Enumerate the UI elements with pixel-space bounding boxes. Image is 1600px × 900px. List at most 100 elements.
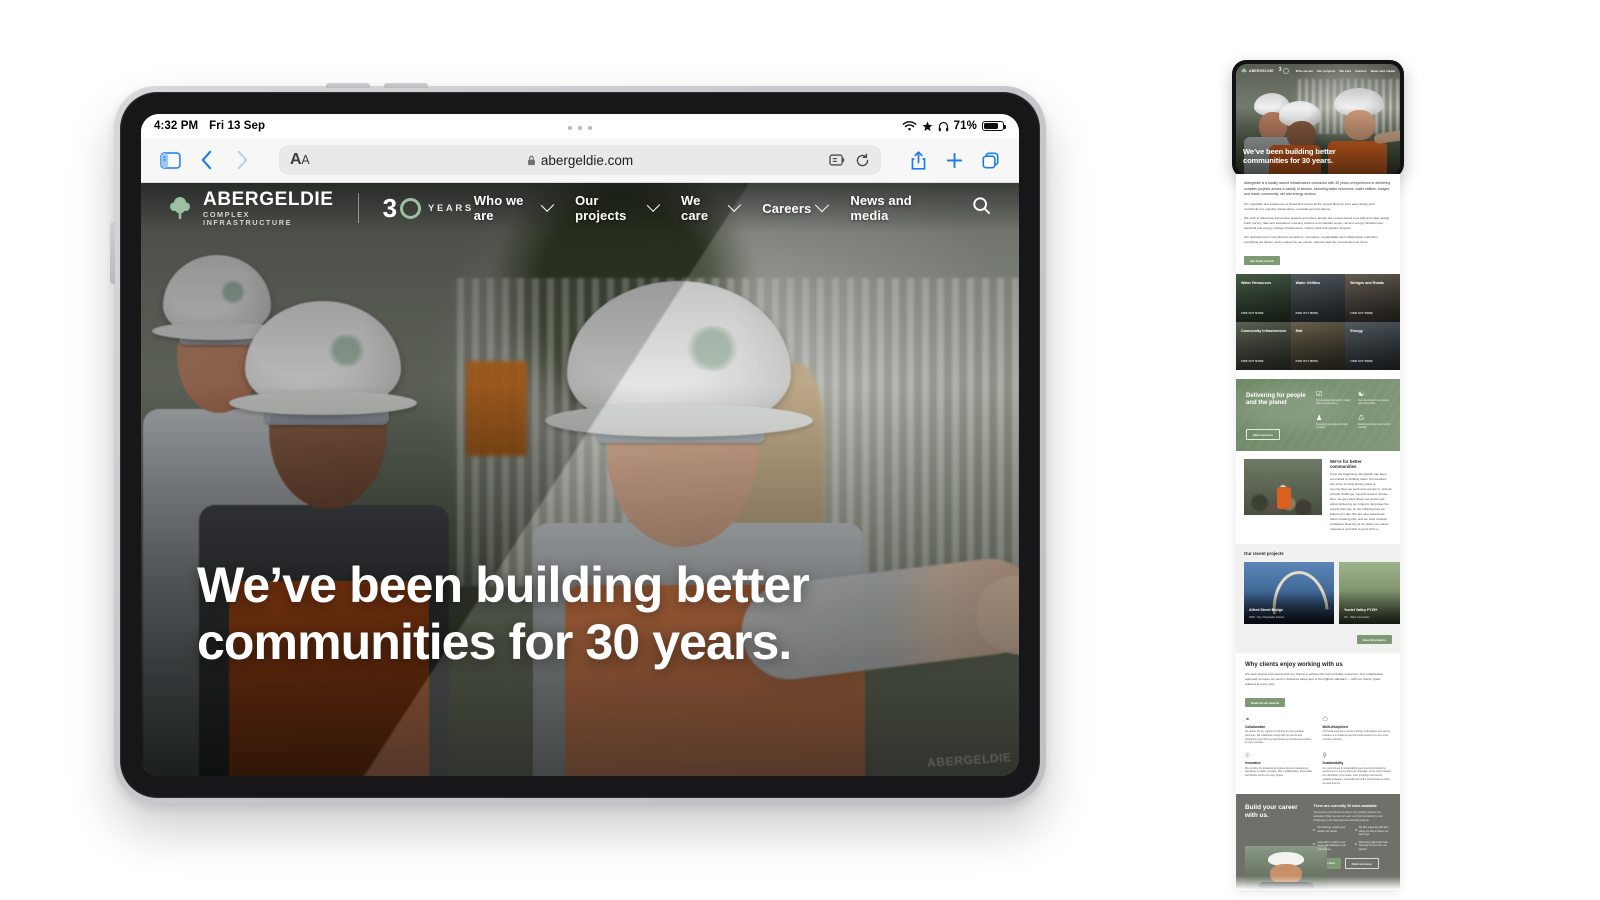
nav-item-our-projects[interactable]: Our projects <box>575 193 661 223</box>
preview-nav-item[interactable]: News and media <box>1371 69 1395 73</box>
headphones-icon <box>938 121 948 131</box>
nav-label: We care <box>681 193 709 223</box>
preview-nav-item[interactable]: Careers <box>1355 69 1367 73</box>
show-tabs-icon[interactable] <box>975 145 1005 175</box>
volume-up-button[interactable] <box>326 83 370 88</box>
career-roles-count: There are currently 26 roles available <box>1313 804 1377 809</box>
tree-icon <box>1241 67 1247 74</box>
feature-text: Our integrated approach to safety and th… <box>1316 399 1351 406</box>
nav-item-careers[interactable]: Careers <box>762 198 830 216</box>
leaf-icon: ⚲ <box>1322 753 1327 760</box>
sidebar-icon[interactable] <box>155 145 185 175</box>
preview-navigation: Who we are Our projects We care Careers … <box>1296 69 1395 73</box>
project-meta: VIC · Water Corporation <box>1344 615 1370 619</box>
why-cta-button[interactable]: Read all our awards <box>1245 698 1286 708</box>
planet-cta-button[interactable]: Find out more <box>1246 429 1280 441</box>
why-item-text: Our commitment to sustainability goes be… <box>1322 766 1391 785</box>
nav-item-who-we-are[interactable]: Who we are <box>473 193 555 223</box>
main-navigation: Who we are Our projects We care Careers … <box>474 193 991 223</box>
project-card[interactable]: Yuntel Valley FY25+ VIC · Water Corporat… <box>1339 561 1400 624</box>
planet-feature: ♺ Reducing emissions and carbon footprin… <box>1358 415 1393 431</box>
status-bar-right: 71% <box>902 120 1007 132</box>
multitasking-handle[interactable] <box>141 122 1019 134</box>
sector-title: Energy <box>1350 328 1363 333</box>
recycle-icon: ♺ <box>1358 414 1365 422</box>
anniversary-zero-ring <box>400 197 422 219</box>
why-body: We work closely and openly with our clie… <box>1245 671 1384 686</box>
nav-label: Our projects <box>575 193 627 223</box>
back-icon[interactable] <box>191 145 221 175</box>
site-logo[interactable]: ABERGELDIE COMPLEX INFRASTRUCTURE 3 YEAR… <box>167 190 474 226</box>
search-icon[interactable] <box>972 196 991 220</box>
planet-feature: ☑ Our integrated approach to safety and … <box>1316 391 1351 407</box>
preview-sector-tile[interactable]: Community Infrastructure FIND OUT MORE <box>1236 321 1291 370</box>
leaf-check-icon: ☑ <box>1316 390 1323 398</box>
text-size-button[interactable]: AA <box>290 151 310 169</box>
hexagon-icon: ⬠ <box>1322 716 1328 723</box>
preview-track-record-button[interactable]: Our track record <box>1244 256 1280 266</box>
career-bullet: We offer a genuine path from where you s… <box>1354 827 1391 837</box>
preview-anniversary: 3 <box>1279 67 1289 74</box>
projects-title: Our recent projects <box>1244 551 1284 557</box>
preview-sector-tile[interactable]: Bridges and Roads FIND OUT MORE <box>1345 273 1400 322</box>
planet-title: Delivering for people and the planet <box>1246 392 1306 407</box>
communities-title: We’re for better communities <box>1330 458 1362 470</box>
tree-icon <box>170 197 190 219</box>
power-button[interactable] <box>110 222 115 284</box>
star-icon <box>922 121 933 131</box>
preview-sector-tile[interactable]: Energy FIND OUT MORE <box>1345 321 1400 370</box>
why-item-text: Our broad experience across a variety of… <box>1322 730 1391 741</box>
planet-feature: ♟ Supporting local jobs and local suppli… <box>1316 415 1351 431</box>
volume-down-button[interactable] <box>384 83 428 88</box>
new-tab-icon[interactable] <box>939 145 969 175</box>
reload-icon[interactable] <box>855 152 870 168</box>
why-item: ⚭ Collaborative We deliver strong, toget… <box>1245 717 1314 745</box>
screenshot-canvas: 4:32 PM Fri 13 Sep 71% AA abergeldie.com… <box>0 0 1600 900</box>
status-bar-left: 4:32 PM Fri 13 Sep <box>154 120 265 132</box>
hero-copy: We’ve been building better communities f… <box>197 557 810 670</box>
preview-sector-tile[interactable]: Water Resources FIND OUT MORE <box>1236 273 1291 322</box>
communities-body: From the beginning, Abergeldie has been … <box>1330 472 1392 532</box>
why-item-title: Innovative <box>1245 761 1261 766</box>
preview-nav-item[interactable]: Who we are <box>1296 69 1313 73</box>
status-date: Fri 13 Sep <box>209 120 266 132</box>
sector-link: FIND OUT MORE <box>1295 311 1319 315</box>
logo-divider <box>357 193 359 223</box>
preview-logo: ABERGELDIE 3 <box>1241 67 1289 74</box>
share-icon[interactable] <box>903 145 933 175</box>
project-card[interactable]: Alfred Street Bridge NSW · City of Newca… <box>1244 561 1334 624</box>
hero-line-2: communities for 30 years. <box>197 613 792 670</box>
tablet-device: 4:32 PM Fri 13 Sep 71% AA abergeldie.com… <box>110 83 1046 804</box>
sector-link: FIND OUT MORE <box>1295 359 1319 363</box>
project-cards: Alfred Street Bridge NSW · City of Newca… <box>1244 561 1400 624</box>
preview-sector-tile[interactable]: Rail FIND OUT MORE <box>1290 321 1346 370</box>
hero-headline: We’ve been building better communities f… <box>197 557 810 670</box>
why-item-title: Collaborative <box>1245 724 1266 729</box>
preview-sector-tile[interactable]: Water Utilities FIND OUT MORE <box>1290 273 1346 322</box>
career-bullet: We challenge, support and develop our pe… <box>1313 827 1349 837</box>
preview-nav-item[interactable]: Our projects <box>1317 69 1335 73</box>
hero-line-1: We’ve been building better <box>197 557 810 613</box>
preview-hero-copy: We’ve been building better communities f… <box>1243 147 1336 166</box>
find-out-more-button[interactable]: Find out more <box>1344 858 1379 870</box>
battery-percent: 71% <box>953 120 977 132</box>
preview-nav-item[interactable]: We care <box>1339 69 1351 73</box>
address-bar-actions <box>829 152 870 168</box>
preview-intro-p3: We work in delivering and remote project… <box>1244 215 1391 230</box>
view-all-projects-button[interactable]: View all projects <box>1356 635 1392 645</box>
hero-section: ABERGELDIE <box>141 183 1019 776</box>
feature-text: Supporting local jobs and local supplier… <box>1316 423 1348 430</box>
reader-icon[interactable] <box>829 153 845 167</box>
lock-icon <box>527 155 535 165</box>
address-bar[interactable]: AA abergeldie.com <box>279 145 881 175</box>
nav-item-news-and-media[interactable]: News and media <box>850 193 941 223</box>
sector-title: Community Infrastructure <box>1241 328 1287 333</box>
chevron-down-icon <box>728 198 742 212</box>
project-title: Yuntel Valley FY25+ <box>1344 607 1378 612</box>
nav-label: Who we are <box>473 193 524 223</box>
preview-brand-name: ABERGELDIE <box>1249 68 1274 73</box>
preview-site-header: ABERGELDIE 3 Who we are Our projects We … <box>1236 64 1400 77</box>
nav-item-we-care[interactable]: We care <box>681 193 742 223</box>
forward-icon[interactable] <box>227 145 257 175</box>
why-item-text: We combine the professional engineering … <box>1245 766 1313 778</box>
